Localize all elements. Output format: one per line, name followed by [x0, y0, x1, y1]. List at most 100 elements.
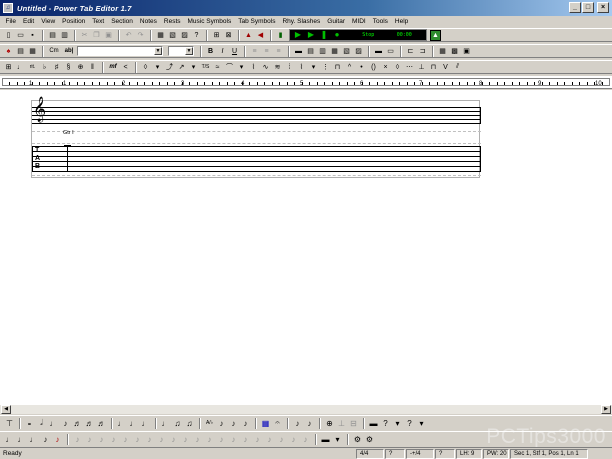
repeat-start-icon[interactable]: ⊏ [405, 46, 416, 57]
size-combo[interactable]: ▼ [168, 46, 194, 56]
menu-tab-symbols[interactable]: Tab Symbols [235, 18, 279, 25]
open-folder-icon[interactable]: ▭ [15, 30, 26, 41]
dynamic-mf-button[interactable]: mf [107, 62, 119, 73]
coda-icon[interactable]: ⊕ [75, 62, 86, 73]
hammer-on-icon[interactable]: ⌒ [224, 62, 235, 73]
stop-icon[interactable]: ● [332, 30, 342, 40]
rest-sixteenth-icon[interactable]: ♪ [120, 434, 131, 445]
fermata-note-icon[interactable]: 𝄐 [272, 418, 283, 429]
muted-icon[interactable]: × [380, 62, 391, 73]
sixteenth-slash-icon[interactable]: ♪ [52, 434, 63, 445]
font-combo[interactable]: ▼ [77, 46, 163, 56]
accent-icon[interactable]: ^ [344, 62, 355, 73]
eighth-note-icon[interactable]: ♪ [60, 418, 71, 429]
let-ring-icon[interactable]: ⋯ [404, 62, 415, 73]
menu-music-symbols[interactable]: Music Symbols [184, 18, 235, 25]
paste-icon[interactable]: ▣ [103, 30, 114, 41]
rewind-icon[interactable]: ◀ [255, 30, 266, 41]
volume-swell-icon[interactable]: ⊟ [348, 418, 359, 429]
arrow-down-icon[interactable]: ▾ [188, 62, 199, 73]
multibar-rest-icon[interactable]: ▬ [368, 418, 379, 429]
whole-slash-icon[interactable]: ♩ [4, 434, 15, 445]
staff-settings-icon[interactable]: ▦ [329, 46, 340, 57]
chord-name-button[interactable]: Cm [47, 46, 61, 57]
pick-down-icon[interactable]: ⊓ [428, 62, 439, 73]
title-bar[interactable]: ♫ Untitled - Power Tab Editor 1.7 _ □ × [0, 0, 612, 16]
chord-icon[interactable]: ⊥ [336, 418, 347, 429]
menu-edit[interactable]: Edit [19, 18, 37, 25]
tie-icon[interactable]: ♩ [140, 418, 151, 429]
chord-list-icon[interactable]: ▣ [461, 46, 472, 57]
menu-guitar[interactable]: Guitar [324, 18, 349, 25]
eighth-slash-icon[interactable]: ♪ [40, 434, 51, 445]
undo-icon[interactable]: ↶ [123, 30, 134, 41]
play-from-start-icon[interactable]: ▶ [306, 30, 316, 40]
underline-button[interactable]: U [229, 46, 240, 57]
horizontal-scrollbar[interactable]: ◀ ▶ [0, 404, 612, 414]
tremolo-bar-icon[interactable]: ⁞ [284, 62, 295, 73]
mixer-icon[interactable]: ▮ [275, 30, 286, 41]
repeat-end-icon[interactable]: ⊐ [417, 46, 428, 57]
slash-tuplet-icon[interactable]: ♪ [288, 434, 299, 445]
slash-triplet-icon[interactable]: ♪ [180, 434, 191, 445]
tab-staff-icon[interactable]: ▤ [15, 46, 26, 57]
rest-sixty-fourth-icon[interactable]: ♪ [144, 434, 155, 445]
slash-ghost-icon[interactable]: ♪ [228, 434, 239, 445]
menu-text[interactable]: Text [89, 18, 108, 25]
copy-icon[interactable]: ❐ [91, 30, 102, 41]
irregular-group-icon[interactable]: ♫ [184, 418, 195, 429]
bend-icon[interactable]: ⤴ [164, 62, 175, 73]
chord-diagram-icon[interactable]: ▩ [449, 46, 460, 57]
menu-rests[interactable]: Rests [160, 18, 184, 25]
rest-thirty-second-icon[interactable]: ♪ [132, 434, 143, 445]
staccato-icon[interactable]: • [356, 62, 367, 73]
dotted-rest-icon[interactable]: ♪ [156, 434, 167, 445]
rest-icon[interactable]: ♩ [160, 418, 171, 429]
score-staff-system[interactable]: 𝄞 Gtr I T A B [31, 99, 481, 178]
menu-rhy-slashes[interactable]: Rhy. Slashes [279, 18, 324, 25]
staff-add-icon[interactable]: ▥ [317, 46, 328, 57]
flat-sharp-icon[interactable]: ♭ [39, 62, 50, 73]
rehearsal-icon[interactable]: ▧ [341, 46, 352, 57]
half-slash-icon[interactable]: ♩ [16, 434, 27, 445]
file-info-icon[interactable]: ? [191, 30, 202, 41]
edit-cursor[interactable] [67, 145, 68, 172]
alt-ending-icon[interactable]: ? [404, 418, 415, 429]
octave-icon[interactable]: ⊕ [324, 418, 335, 429]
chord-label[interactable]: Gtr I [63, 130, 74, 136]
play-icon[interactable]: ▶ [293, 30, 303, 40]
sixteenth-note-icon[interactable]: ♬ [72, 418, 83, 429]
tab-number-icon[interactable]: A/♭ [204, 418, 215, 429]
align-center-icon[interactable]: ≡ [261, 46, 272, 57]
bar-insert-icon[interactable]: ▬ [293, 46, 304, 57]
whole-note-icon[interactable]: 𝅝 [24, 418, 35, 429]
slash-chord-icon[interactable]: ♪ [252, 434, 263, 445]
triplet-icon[interactable]: ♫ [172, 418, 183, 429]
menu-view[interactable]: View [38, 18, 59, 25]
chord-grid-icon[interactable]: ▦ [437, 46, 448, 57]
new-file-icon[interactable]: ▯ [3, 30, 14, 41]
rest-whole-icon[interactable]: ♪ [72, 434, 83, 445]
cut-icon[interactable]: ✂ [79, 30, 90, 41]
arrow-down-icon[interactable]: ▾ [308, 62, 319, 73]
arrow-down-icon[interactable]: ▾ [236, 62, 247, 73]
slash-tie-icon[interactable]: ♪ [168, 434, 179, 445]
repeat-icon[interactable]: ? [380, 418, 391, 429]
redo-icon[interactable]: ↷ [135, 30, 146, 41]
tab-mode-icon[interactable]: ⊤ [4, 418, 15, 429]
settings-alt-gear-icon[interactable]: ⚙ [364, 434, 375, 445]
vibrato-icon[interactable]: ∿ [260, 62, 271, 73]
slash-octave-icon[interactable]: ♪ [240, 434, 251, 445]
print-preview-icon[interactable]: ▤ [47, 30, 58, 41]
wide-vibrato-icon[interactable]: ≋ [272, 62, 283, 73]
section-insert-icon[interactable]: ▤ [305, 46, 316, 57]
tuning-icon[interactable]: ▧ [167, 30, 178, 41]
rest-quarter-icon[interactable]: ♪ [96, 434, 107, 445]
pause-icon[interactable]: ❚ [319, 30, 329, 40]
grace-slash-icon[interactable]: ♪ [304, 418, 315, 429]
palm-mute-icon[interactable]: ⊥ [416, 62, 427, 73]
pickstroke-icon[interactable]: ⊓ [332, 62, 343, 73]
guitar-icon[interactable]: ♠ [3, 46, 14, 57]
arpeggio-icon[interactable]: ⌇ [296, 62, 307, 73]
rake-icon[interactable]: ⋮ [320, 62, 331, 73]
